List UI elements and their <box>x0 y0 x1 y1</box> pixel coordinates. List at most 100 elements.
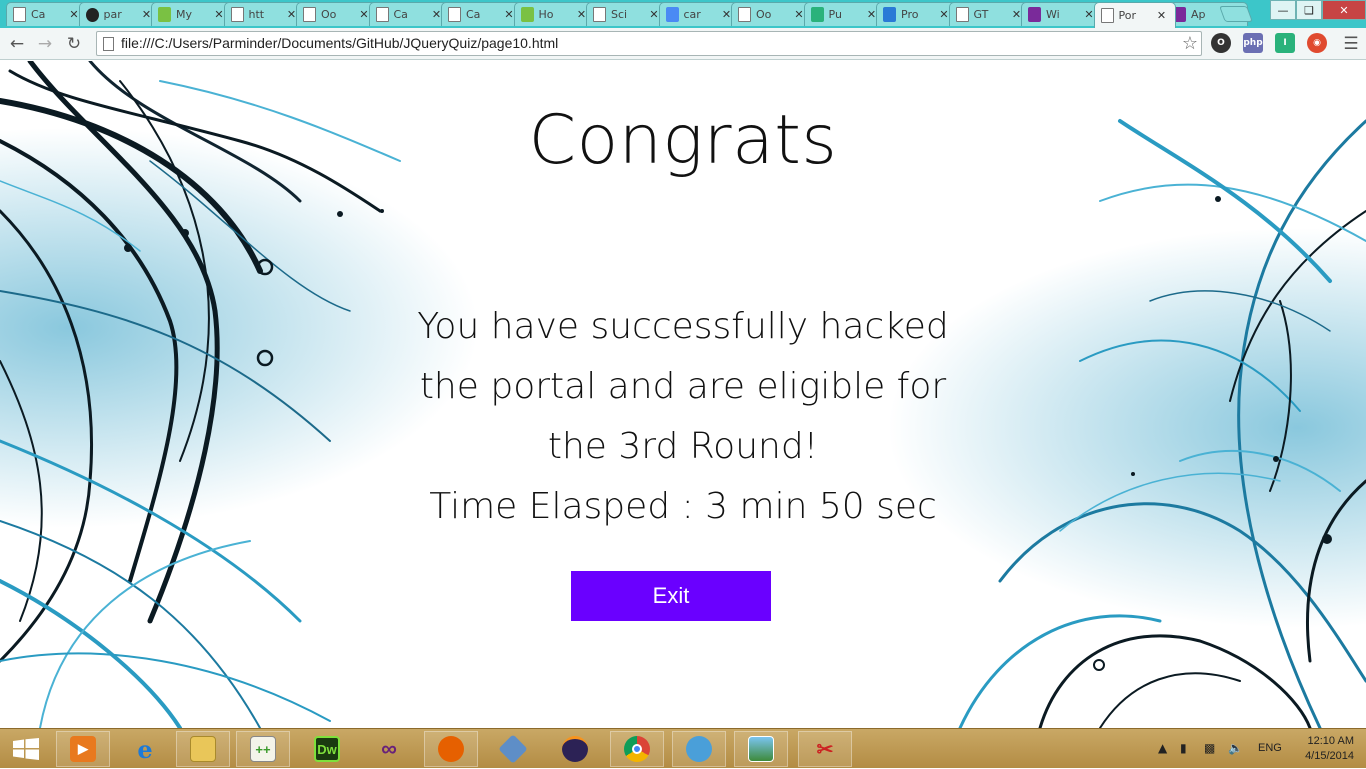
dreamweaver-icon: Dw <box>314 736 340 762</box>
tab-title: htt <box>248 8 265 21</box>
page-icon <box>103 37 114 51</box>
windows-taskbar: ▶ e ++ Dw ∞ ✂ ▲ ▮ ▩ 🔈 ENG 12:10 AM 4/15/… <box>0 728 1366 768</box>
php-icon[interactable]: php <box>1243 33 1263 53</box>
visual-studio-icon: ∞ <box>381 736 397 761</box>
notepad-plus-plus-icon: ++ <box>250 736 276 762</box>
photo-viewer-taskbar-button[interactable] <box>734 731 788 767</box>
volume-icon[interactable]: 🔈 <box>1228 741 1243 755</box>
tab-title: Ca <box>466 8 481 21</box>
browser-tab[interactable]: car ✕ <box>658 2 741 26</box>
clock[interactable]: 12:10 AM 4/15/2014 <box>1296 734 1354 764</box>
browser-tab[interactable]: Por ✕ <box>1093 2 1176 28</box>
tab-title: car <box>683 8 701 21</box>
dreamweaver-taskbar-button[interactable]: Dw <box>300 731 354 767</box>
tab-favicon-icon <box>1100 8 1114 23</box>
snipping-tool-taskbar-button[interactable]: ✂ <box>798 731 852 767</box>
bookmark-star-icon[interactable]: ☆ <box>1182 33 1198 54</box>
language-indicator[interactable]: ENG <box>1258 742 1282 754</box>
tab-favicon-icon <box>665 7 679 22</box>
tab-favicon-icon <box>593 7 606 22</box>
page-viewport: Congrats You have successfully hacked th… <box>0 61 1366 728</box>
tab-favicon-icon <box>85 7 99 22</box>
browser-tab[interactable]: Pu ✕ <box>803 2 886 26</box>
back-button[interactable]: ← <box>5 32 29 56</box>
tab-favicon-icon <box>738 7 751 22</box>
tab-title: Oo <box>756 8 772 21</box>
virtualbox-icon <box>498 734 528 764</box>
browser-tab[interactable]: Sci ✕ <box>586 2 668 26</box>
pushbullet-icon[interactable]: I <box>1275 33 1295 53</box>
tab-title: Ho <box>538 8 554 21</box>
browser-tab[interactable]: My ✕ <box>151 2 233 26</box>
browser-tab[interactable]: Oo ✕ <box>731 2 813 26</box>
restore-button[interactable]: ❑ <box>1296 0 1322 20</box>
browser-tab[interactable]: Wi ✕ <box>1021 2 1103 26</box>
tab-favicon-icon <box>230 7 244 22</box>
browser-toolbar: ← → ↻ file:///C:/Users/Parminder/Documen… <box>0 28 1366 60</box>
minimize-button[interactable]: — <box>1270 0 1296 20</box>
exit-button[interactable]: Exit <box>571 571 771 621</box>
address-bar[interactable]: file:///C:/Users/Parminder/Documents/Git… <box>96 31 1202 56</box>
page-title: Congrats <box>528 101 838 180</box>
eclipse-icon <box>562 736 588 762</box>
opera-icon[interactable]: O <box>1211 33 1231 53</box>
url-text[interactable]: file:///C:/Users/Parminder/Documents/Git… <box>121 35 558 51</box>
back-arrow-icon: ← <box>9 34 25 54</box>
eclipse-taskbar-button[interactable] <box>548 731 602 767</box>
time-elapsed-text: Time Elasped : 3 min 50 sec <box>429 486 937 527</box>
new-tab-button[interactable] <box>1219 6 1253 22</box>
tab-title: Pro <box>901 8 919 21</box>
battery-icon[interactable]: ▮ <box>1180 741 1187 755</box>
tab-favicon-icon <box>13 7 26 22</box>
signal-strength-icon[interactable]: ▩ <box>1204 741 1215 755</box>
github-taskbar-button[interactable] <box>672 731 726 767</box>
close-window-button[interactable]: ✕ <box>1322 0 1366 20</box>
browser-tab[interactable]: Oo ✕ <box>296 2 378 26</box>
browser-tab[interactable]: Pro ✕ <box>876 2 958 26</box>
browser-tab[interactable]: htt ✕ <box>223 2 306 26</box>
tab-title: Ca <box>393 8 408 21</box>
virtualbox-taskbar-button[interactable] <box>486 731 540 767</box>
chrome-icon <box>624 736 650 762</box>
browser-tab[interactable]: Ho ✕ <box>513 2 596 26</box>
media-player-icon: ▶ <box>70 736 96 762</box>
windows-logo-icon <box>13 738 39 760</box>
tab-favicon-icon <box>158 7 171 22</box>
clock-time: 12:10 AM <box>1307 735 1354 747</box>
reload-icon: ↻ <box>66 34 82 54</box>
browser-tab[interactable]: Ca ✕ <box>368 2 451 26</box>
tab-title: Oo <box>321 8 337 21</box>
tab-close-icon[interactable]: ✕ <box>1155 9 1169 22</box>
chrome-extension-icon[interactable]: ◉ <box>1307 33 1327 53</box>
tab-favicon-icon <box>448 7 461 22</box>
reload-button[interactable]: ↻ <box>62 32 86 56</box>
photo-viewer-icon <box>748 736 774 762</box>
media-player-taskbar-button[interactable]: ▶ <box>56 731 110 767</box>
forward-button[interactable]: → <box>33 32 57 56</box>
menu-button[interactable]: ☰ <box>1339 32 1363 56</box>
internet-explorer-icon: e <box>137 734 153 764</box>
tab-strip: Ca ✕ par ✕ My ✕ htt ✕ Oo ✕ Ca ✕ Ca ✕ Ho ✕ Sci ✕ car ✕ Oo ✕ Pu ✕… <box>0 0 1366 28</box>
browser-tab[interactable]: Ca ✕ <box>6 2 88 26</box>
tab-favicon-icon <box>303 7 316 22</box>
tab-favicon-icon <box>883 7 896 22</box>
folder-icon <box>190 736 216 762</box>
scissors-icon: ✂ <box>816 738 834 761</box>
github-cat-icon <box>686 736 712 762</box>
chrome-taskbar-button[interactable] <box>610 731 664 767</box>
browser-tab[interactable]: GT ✕ <box>948 2 1031 26</box>
file-explorer-taskbar-button[interactable] <box>176 731 230 767</box>
start-button[interactable] <box>6 735 46 763</box>
firefox-taskbar-button[interactable] <box>424 731 478 767</box>
hamburger-menu-icon: ☰ <box>1343 34 1359 54</box>
browser-tab[interactable]: par ✕ <box>78 2 161 26</box>
tab-title: Sci <box>611 8 628 21</box>
tab-title: My <box>176 8 193 21</box>
tab-title: Ca <box>31 8 46 21</box>
show-hidden-icons-icon[interactable]: ▲ <box>1158 741 1167 755</box>
browser-tab[interactable]: Ca ✕ <box>441 2 523 26</box>
visual-studio-taskbar-button[interactable]: ∞ <box>362 731 416 767</box>
notepad-plus-plus-taskbar-button[interactable]: ++ <box>236 731 290 767</box>
clock-date: 4/15/2014 <box>1305 750 1354 762</box>
internet-explorer-taskbar-button[interactable]: e <box>118 731 172 767</box>
